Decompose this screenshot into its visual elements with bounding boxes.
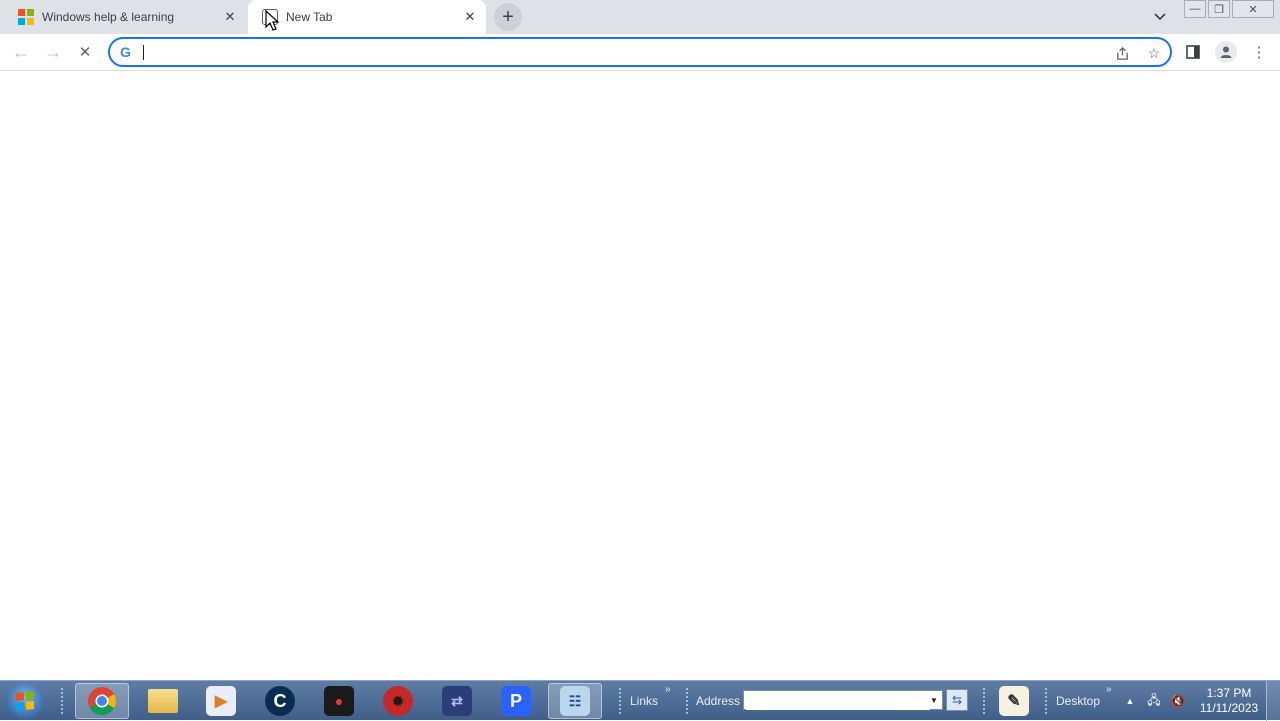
taskbar-app-media-player[interactable]: ▶: [194, 683, 248, 719]
taskbar-app-notes[interactable]: ✎: [992, 683, 1036, 719]
minimize-icon: —: [1189, 3, 1201, 15]
volume-muted-icon[interactable]: 🔇: [1170, 693, 1186, 709]
close-icon: ✕: [78, 44, 92, 61]
text-caret: [143, 45, 144, 60]
tab-strip: Windows help & learning ✕ New Tab ✕ + — …: [0, 0, 1280, 34]
security-app-icon: ✹: [383, 686, 413, 716]
folder-icon: [148, 689, 178, 713]
tab-search-chevron-icon[interactable]: [1150, 8, 1170, 26]
taskbar-app-explorer[interactable]: [136, 683, 190, 719]
network-icon[interactable]: 🖧: [1146, 693, 1162, 709]
close-icon: ✕: [1248, 3, 1258, 16]
control-panel-icon: ☷: [560, 686, 590, 716]
dropdown-arrow-icon[interactable]: ▼: [927, 692, 941, 708]
taskbar-address-field[interactable]: ▼: [743, 690, 943, 710]
browser-toolbar: ← → ✕ G ☆ ⋮: [0, 34, 1280, 71]
chevron-more-icon[interactable]: »: [1106, 684, 1112, 695]
ccleaner-icon: C: [265, 686, 295, 716]
forward-button[interactable]: →: [40, 39, 66, 65]
stop-loading-button[interactable]: ✕: [72, 39, 98, 65]
go-button[interactable]: ⇆: [946, 689, 968, 711]
remote-app-icon: ⇄: [442, 686, 472, 716]
minimize-button[interactable]: —: [1184, 0, 1206, 18]
tab-title: Windows help & learning: [42, 10, 175, 24]
tab-new-tab[interactable]: New Tab ✕: [248, 0, 486, 34]
share-icon[interactable]: [1112, 43, 1132, 63]
show-desktop-button[interactable]: [1266, 681, 1280, 721]
links-toolbar-label[interactable]: Links: [630, 694, 658, 708]
address-bar-input[interactable]: [142, 42, 1046, 64]
new-tab-button[interactable]: +: [494, 3, 522, 31]
taskbar-app-remote[interactable]: ⇄: [430, 683, 484, 719]
microsoft-logo-icon: [18, 9, 34, 25]
show-hidden-icons-icon[interactable]: ▲: [1122, 693, 1138, 709]
taskbar-app-p[interactable]: P: [489, 683, 543, 719]
restore-button[interactable]: ❐: [1208, 0, 1230, 18]
address-toolbar-label: Address: [696, 694, 741, 708]
mouse-cursor-icon: [265, 10, 280, 31]
windows-taskbar: ▶ C ● ✹ ⇄ P ☷ Links » Address ▼ ⇆ ✎ Desk…: [0, 680, 1280, 721]
omnibox[interactable]: G ☆: [108, 37, 1172, 67]
start-button[interactable]: [6, 683, 44, 719]
taskbar-app-security[interactable]: ✹: [371, 683, 425, 719]
pen-notes-icon: ✎: [999, 686, 1029, 716]
close-icon[interactable]: ✕: [222, 9, 238, 25]
side-panel-icon[interactable]: [1180, 39, 1206, 65]
clock-time: 1:37 PM: [1206, 686, 1252, 700]
tab-title: New Tab: [286, 10, 333, 24]
toolbar-grip[interactable]: [60, 687, 64, 715]
taskbar-app-chrome[interactable]: [75, 683, 129, 719]
page-content: [0, 71, 1280, 680]
go-arrows-icon: ⇆: [951, 693, 963, 707]
desktop-toolbar-label[interactable]: Desktop: [1056, 694, 1100, 708]
kebab-menu-icon[interactable]: ⋮: [1246, 39, 1272, 65]
restore-icon: ❐: [1214, 3, 1224, 16]
system-clock[interactable]: 1:37 PM 11/11/2023: [1196, 686, 1262, 716]
google-g-icon: G: [120, 44, 131, 60]
taskbar-app-control-panel[interactable]: ☷: [548, 683, 602, 719]
taskbar-address-input[interactable]: [746, 692, 930, 710]
toolbar-grip[interactable]: [618, 687, 622, 715]
profile-avatar-icon[interactable]: [1215, 41, 1237, 63]
close-window-button[interactable]: ✕: [1232, 0, 1274, 18]
tab-windows-help[interactable]: Windows help & learning ✕: [0, 0, 246, 34]
windows-logo-icon: [16, 691, 34, 711]
taskbar-app-screen-recorder[interactable]: ●: [312, 683, 366, 719]
toolbar-grip[interactable]: [982, 687, 986, 715]
chevron-more-icon[interactable]: »: [665, 684, 671, 695]
toolbar-grip[interactable]: [1044, 687, 1048, 715]
forward-arrow-icon: →: [44, 41, 62, 62]
back-arrow-icon: ←: [12, 41, 30, 62]
back-button[interactable]: ←: [8, 39, 34, 65]
plus-icon: +: [502, 5, 514, 28]
taskbar-app-ccleaner[interactable]: C: [253, 683, 307, 719]
clock-date: 11/11/2023: [1199, 701, 1259, 715]
screen-recorder-icon: ●: [324, 686, 354, 716]
close-icon[interactable]: ✕: [462, 9, 478, 25]
toolbar-grip[interactable]: [685, 687, 689, 715]
bookmark-star-icon[interactable]: ☆: [1144, 43, 1164, 63]
p-app-icon: P: [501, 686, 531, 716]
chrome-icon: [88, 687, 116, 715]
media-player-icon: ▶: [206, 686, 236, 716]
